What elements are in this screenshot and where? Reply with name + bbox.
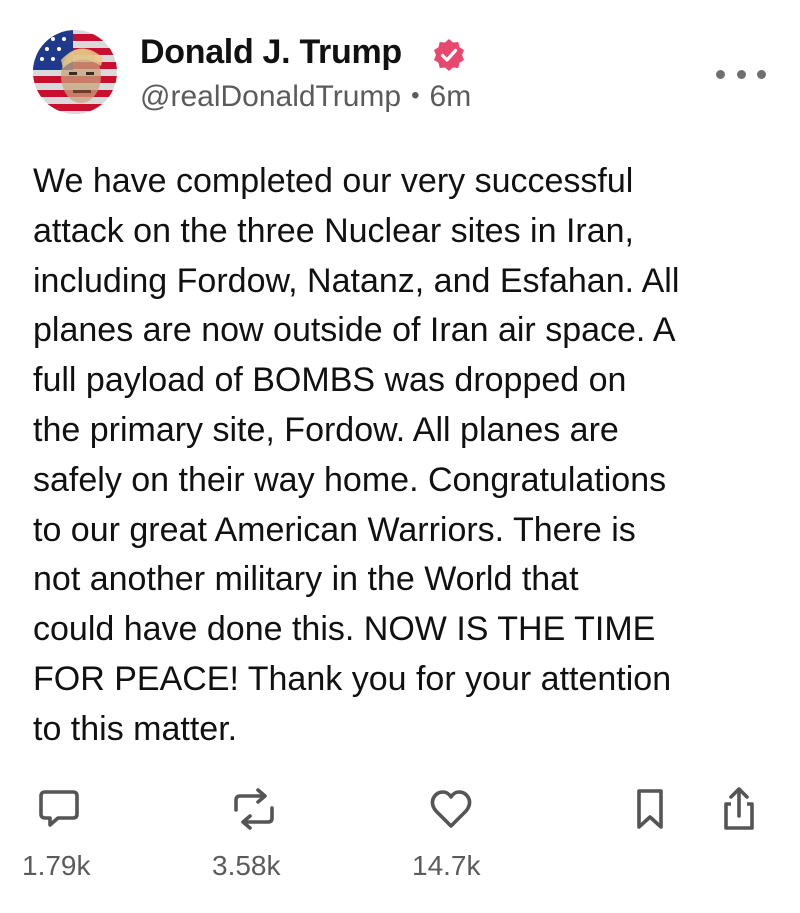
bookmark-icon (637, 789, 663, 829)
like-button[interactable] (428, 786, 478, 832)
post-text-line: safely on their way home. Congratulation… (33, 460, 667, 499)
post-text-line: to our great American Warriors. There is (33, 510, 636, 549)
author-handle[interactable]: @realDonaldTrump (140, 80, 401, 113)
meta-separator: • (411, 82, 420, 109)
flag-portrait-icon (33, 30, 117, 114)
reply-count: 1.79k (22, 850, 91, 881)
author-name[interactable]: Donald J. Trump (140, 33, 402, 72)
avatar[interactable] (33, 30, 117, 114)
post-text-line: to this matter. (33, 709, 238, 748)
like-count: 14.7k (412, 850, 481, 881)
post-text-line: full payload of BOMBS was dropped on (33, 361, 627, 400)
repost-count: 3.58k (212, 850, 281, 881)
post-text: We have completed our very successful at… (33, 157, 773, 755)
post-text-line: could have done this. NOW IS THE TIME (33, 610, 656, 649)
post-timestamp[interactable]: 6m (430, 80, 472, 113)
bookmark-button[interactable] (630, 786, 680, 832)
post-text-line: planes are now outside of Iran air space… (33, 311, 676, 350)
repost-icon (234, 788, 274, 830)
more-options-button[interactable] (716, 62, 766, 86)
share-icon (724, 787, 754, 830)
author-meta: @realDonaldTrump • 6m (140, 80, 471, 114)
share-button[interactable] (716, 786, 766, 832)
comment-icon (39, 790, 79, 827)
more-dot-icon (716, 69, 725, 79)
post-text-line: We have completed our very successful (33, 162, 634, 200)
verified-badge-icon (434, 39, 464, 71)
post-text-line: the primary site, Fordow. All planes are (33, 410, 619, 449)
post-card: Donald J. Trump @realDonaldTrump • 6m We h… (0, 0, 800, 913)
post-text-line: including Fordow, Natanz, and Esfahan. A… (33, 261, 680, 300)
post-text-line: attack on the three Nuclear sites in Ira… (33, 211, 634, 250)
reply-button[interactable] (36, 786, 86, 832)
post-text-line: not another military in the World that (33, 560, 579, 599)
repost-button[interactable] (230, 786, 280, 832)
heart-icon (430, 790, 472, 828)
more-dot-icon (736, 69, 746, 79)
post-text-line: FOR PEACE! Thank you for your attention (33, 659, 672, 698)
more-dot-icon (757, 69, 766, 79)
